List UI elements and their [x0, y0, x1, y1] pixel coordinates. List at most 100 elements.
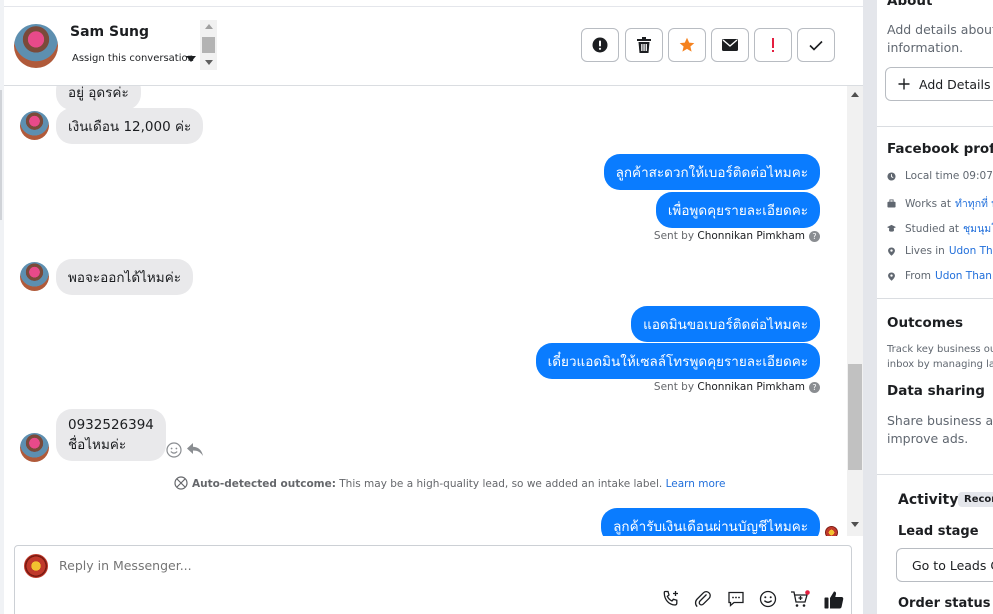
section-divider: [877, 474, 993, 475]
section-divider: [877, 126, 993, 127]
incoming-message[interactable]: 0932526394 ชื่อไหมค่ะ: [56, 409, 166, 461]
done-button[interactable]: [797, 28, 835, 62]
order-status-title: Order status: [898, 596, 991, 611]
from-label: From: [905, 270, 932, 282]
target-icon: [174, 476, 188, 490]
record-badge[interactable]: Recor: [958, 492, 993, 507]
outgoing-message[interactable]: เดี๋ยวแอดมินให้เซลล์โทรพูดคุยรายละเอียดค…: [535, 343, 820, 379]
thumbs-up-icon: [824, 591, 844, 608]
message-scrollbar[interactable]: [847, 86, 863, 536]
seen-avatar: [825, 526, 838, 536]
contact-avatar-small: [20, 262, 49, 291]
assign-conversation[interactable]: Assign this conversation: [72, 53, 194, 64]
studied-at-row: Studied atชุมนุมโร: [887, 220, 993, 237]
plus-icon: [898, 78, 910, 90]
help-icon[interactable]: ?: [809, 230, 820, 242]
incoming-message[interactable]: อยู่ อุดรค่ะ: [56, 86, 141, 110]
learn-more-link[interactable]: Learn more: [666, 478, 726, 490]
exclamation-icon: [772, 38, 774, 52]
data-sharing-title: Data sharing: [887, 383, 985, 399]
outgoing-message[interactable]: ลูกค้าสะดวกให้เบอร์ติดต่อไหมคะ: [603, 154, 820, 190]
lives-in-link[interactable]: Udon Thani: [949, 245, 993, 257]
clock-icon: [887, 171, 896, 181]
like-button[interactable]: [823, 588, 845, 610]
call-button[interactable]: [660, 588, 682, 610]
go-to-leads-button[interactable]: Go to Leads C: [896, 548, 993, 582]
checkmark-icon: [809, 40, 823, 51]
outcomes-title: Outcomes: [887, 315, 964, 331]
scroll-thumb[interactable]: [202, 37, 215, 53]
auto-detect-title: Auto-detected outcome:: [192, 478, 336, 490]
local-time-value: 09:07: [962, 170, 993, 182]
contact-details-panel: About Add details about p information. A…: [877, 0, 993, 614]
reply-input[interactable]: [59, 558, 659, 573]
outgoing-message[interactable]: ลูกค้ารับเงินเดือนผ่านบัญชีไหมคะ: [601, 508, 820, 536]
activity-title: Activity: [898, 492, 959, 508]
add-details-label: Add Details: [919, 76, 991, 92]
attach-button[interactable]: [692, 588, 714, 610]
works-at-row: Works at ทำทุกที่ ท: [887, 195, 993, 212]
sent-by-name[interactable]: Chonnikan Pimkham: [697, 230, 805, 242]
facebook-profile-title: Facebook profil: [887, 141, 993, 157]
sent-by-prefix: Sent by: [653, 381, 695, 393]
location-pin-icon: [888, 246, 895, 256]
local-time-label: Local time: [905, 170, 960, 182]
incoming-message[interactable]: เงินเดือน 12,000 ค่ะ: [56, 108, 204, 144]
local-time-row: Local time 09:07: [887, 170, 993, 182]
message-list[interactable]: อยู่ อุดรค่ะ เงินเดือน 12,000 ค่ะ ลูกค้า…: [4, 86, 847, 536]
contact-avatar-small: [20, 111, 49, 140]
about-text-line2: information.: [887, 40, 964, 55]
outgoing-message[interactable]: แอดมินขอเบอร์ติดต่อไหมคะ: [631, 306, 820, 342]
alert-circle-icon: [592, 37, 608, 53]
section-divider: [877, 298, 993, 299]
go-to-leads-label: Go to Leads C: [912, 557, 993, 573]
sent-by-prefix: Sent by: [653, 230, 695, 242]
lead-stage-title: Lead stage: [898, 524, 979, 539]
works-at-label: Works at: [905, 197, 951, 210]
star-button[interactable]: [668, 28, 706, 62]
cart-plus-icon: [791, 590, 810, 607]
contact-name[interactable]: Sam Sung: [70, 24, 149, 40]
help-icon[interactable]: ?: [809, 381, 820, 393]
shop-button[interactable]: [789, 588, 811, 610]
delete-button[interactable]: [625, 28, 663, 62]
saved-replies-button[interactable]: [725, 588, 747, 610]
mark-unread-button[interactable]: [711, 28, 749, 62]
message-line: ชื่อไหมค่ะ: [68, 437, 127, 453]
conversation-pane: Sam Sung Assign this conversation อยู่ อ…: [4, 0, 863, 614]
emoji-button[interactable]: [757, 588, 779, 610]
scroll-up-icon[interactable]: [205, 24, 213, 29]
assign-scrollbar[interactable]: [200, 20, 217, 70]
from-row: From Udon Thani: [887, 270, 993, 282]
reply-composer: [14, 545, 852, 614]
works-at-link[interactable]: ทำทุกที่ ท: [955, 195, 993, 212]
data-sharing-text-line1: Share business activ: [887, 413, 993, 428]
chevron-down-icon[interactable]: [186, 56, 196, 62]
sent-by-name[interactable]: Chonnikan Pimkham: [697, 381, 805, 393]
contact-avatar[interactable]: [14, 24, 58, 68]
left-edge-mark: [0, 90, 2, 220]
about-title: About: [887, 0, 933, 9]
location-pin-icon: [888, 271, 895, 281]
chat-bubble-icon: [728, 591, 744, 607]
from-link[interactable]: Udon Thani: [935, 270, 993, 282]
important-button[interactable]: [754, 28, 792, 62]
scroll-thumb[interactable]: [848, 364, 862, 470]
incoming-message[interactable]: พอจะออกได้ไหมค่ะ: [56, 259, 193, 295]
mark-spam-button[interactable]: [581, 28, 619, 62]
phone-plus-icon: [663, 590, 678, 606]
about-text-line1: Add details about p: [887, 22, 993, 37]
emoji-react-icon[interactable]: [166, 442, 182, 458]
star-icon: [679, 37, 695, 52]
scroll-down-icon[interactable]: [205, 60, 213, 65]
outcomes-text-line2: inbox by managing lab: [887, 359, 993, 370]
sent-by-label: Sent by Chonnikan Pimkham?: [654, 230, 820, 242]
paperclip-icon: [694, 590, 711, 608]
reply-icon[interactable]: [186, 442, 204, 457]
panel-gutter: [863, 0, 877, 614]
scroll-up-icon[interactable]: [851, 92, 859, 97]
add-details-button[interactable]: Add Details: [885, 67, 993, 101]
scroll-down-icon[interactable]: [851, 522, 859, 527]
studied-at-link[interactable]: ชุมนุมโร: [963, 220, 993, 237]
outgoing-message[interactable]: เพื่อพูดคุยรายละเอียดคะ: [655, 192, 820, 228]
